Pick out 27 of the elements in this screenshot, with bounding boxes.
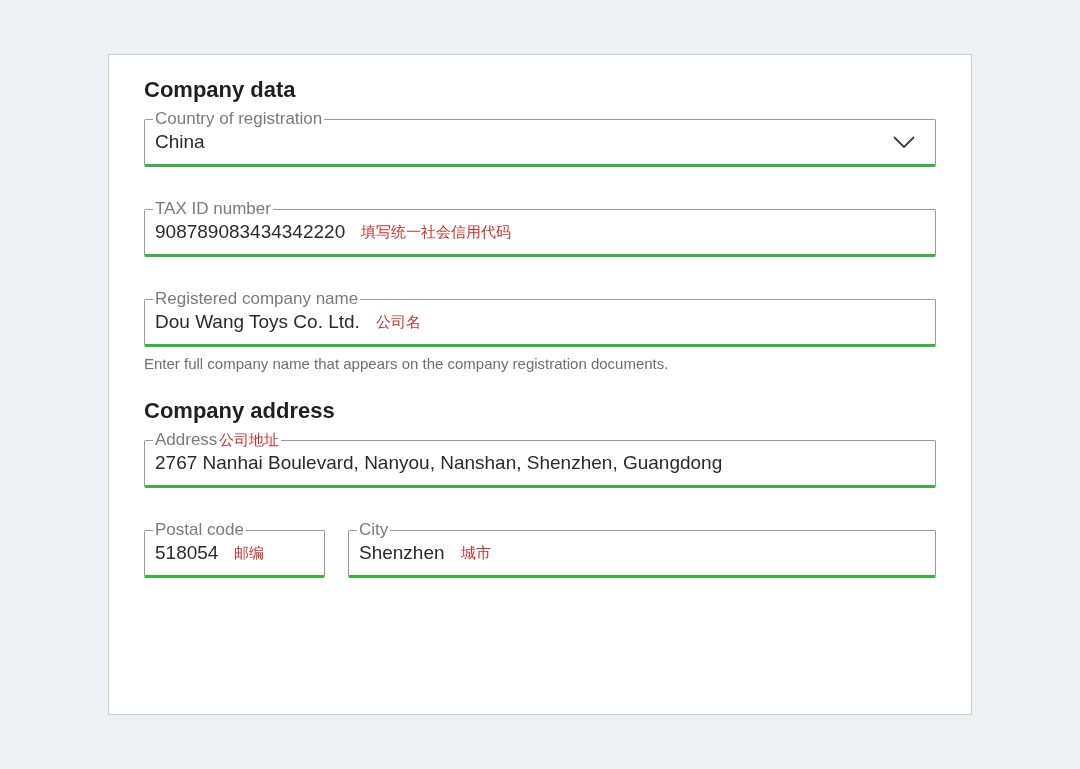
text-field[interactable]: City Shenzhen 城市: [348, 520, 936, 578]
dropdown-field[interactable]: Country of registration China: [144, 109, 936, 167]
annotation-note: 公司名: [375, 312, 421, 332]
section-title: Company address: [144, 397, 336, 425]
text-field[interactable]: Address公司地址 2767 Nanhai Boulevard, Nanyou, Nanshan, Shenzhen, Guangdong: [144, 430, 936, 488]
chevron-down-icon: [893, 136, 915, 148]
helper-text: Enter full company name that appears on the company registration documents.: [144, 355, 670, 372]
field-label: Country of registration: [155, 109, 323, 129]
annotation-note: 邮编: [234, 543, 265, 563]
text-field[interactable]: Postal code 518054 邮编: [144, 520, 325, 578]
field-value: Dou Wang Toys Co. Ltd.: [155, 311, 360, 333]
field-value: China: [155, 131, 205, 153]
section-title: Company data: [144, 76, 297, 104]
text-field[interactable]: TAX ID number 908789083434342220 填写统一社会信用代码: [144, 199, 936, 257]
field-value: 518054: [155, 542, 219, 564]
field-label: Registered company name: [155, 289, 359, 309]
annotation-note: 城市: [460, 543, 491, 563]
field-label: City: [359, 520, 389, 540]
text-field[interactable]: Registered company name Dou Wang Toys Co. Ltd. 公司名: [144, 289, 936, 347]
field-value: 2767 Nanhai Boulevard, Nanyou, Nanshan, Shenzhen, Guangdong: [155, 452, 723, 474]
field-value: 908789083434342220: [155, 221, 346, 243]
field-value: Shenzhen: [359, 542, 445, 564]
field-label: TAX ID number: [155, 199, 271, 219]
field-label: Address: [155, 430, 218, 450]
field-label: Postal code: [155, 520, 244, 540]
annotation-note: 填写统一社会信用代码: [361, 222, 512, 242]
annotation-note: 公司地址: [219, 431, 280, 450]
